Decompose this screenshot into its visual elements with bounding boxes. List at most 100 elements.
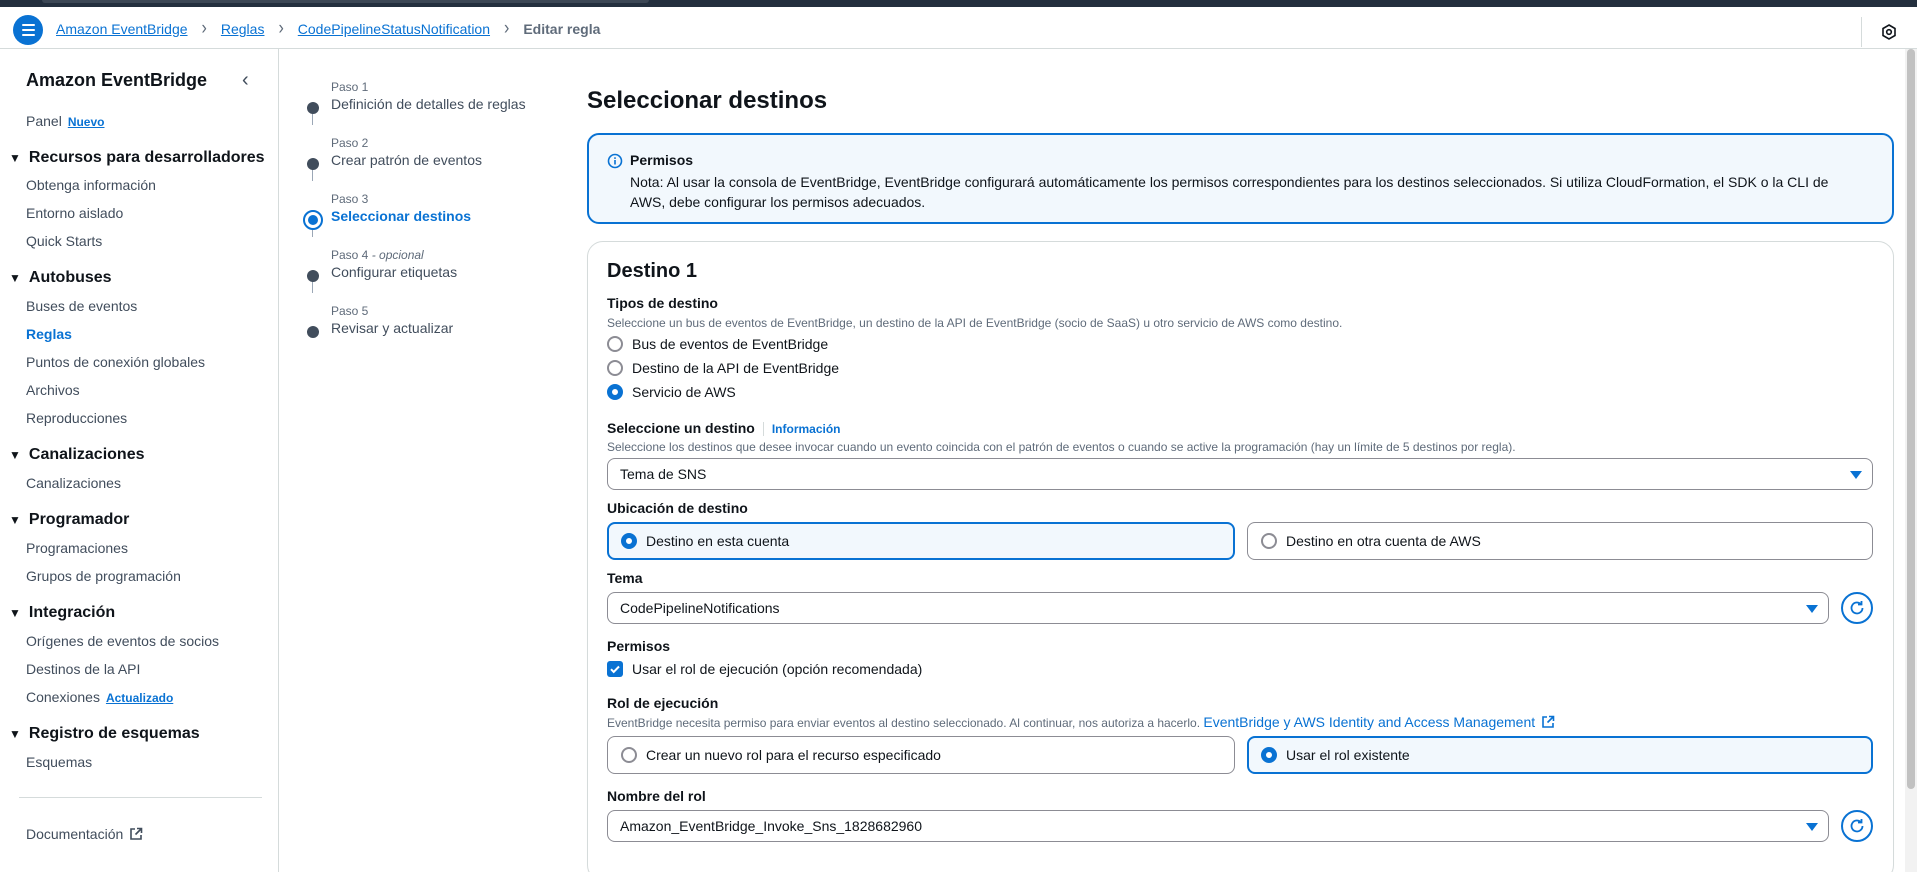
target-title: Destino 1 xyxy=(607,260,698,282)
step-label: Paso 5 xyxy=(331,304,369,318)
sidebar-group-pipes[interactable]: ▼ Canalizaciones xyxy=(9,446,145,464)
step-connector xyxy=(312,169,313,181)
sidebar-item-replays[interactable]: Reproducciones xyxy=(26,410,127,426)
sidebar-item-panel[interactable]: Panel Nuevo xyxy=(26,113,105,129)
page-title: Seleccionar destinos xyxy=(587,87,828,114)
sidebar-item-global-endpoints[interactable]: Puntos de conexión globales xyxy=(26,354,205,370)
step-connector xyxy=(312,229,313,237)
new-badge[interactable]: Nuevo xyxy=(68,115,105,129)
alert-title: Permisos xyxy=(630,152,694,168)
use-execution-role-checkbox[interactable]: Usar el rol de ejecución (opción recomen… xyxy=(607,661,922,677)
step-name[interactable]: Revisar y actualizar xyxy=(331,320,453,336)
step-indicator xyxy=(307,158,319,170)
role-name-select[interactable]: Amazon_EventBridge_Invoke_Sns_1828682960 xyxy=(607,810,1829,842)
updated-badge[interactable]: Actualizado xyxy=(106,691,173,705)
step-name[interactable]: Definición de detalles de reglas xyxy=(331,96,526,112)
target-service-select[interactable]: Tema de SNS xyxy=(607,458,1873,490)
location-other-account[interactable]: Destino en otra cuenta de AWS xyxy=(1247,522,1873,560)
sidebar-item-pipes[interactable]: Canalizaciones xyxy=(26,475,121,491)
sidebar-item-api-destinations[interactable]: Destinos de la API xyxy=(26,661,140,677)
external-link-icon xyxy=(1542,715,1555,728)
sidebar-item-event-buses[interactable]: Buses de eventos xyxy=(26,298,137,314)
execution-role-label: Rol de ejecución xyxy=(607,695,719,711)
select-target-label: Seleccione un destino Información xyxy=(607,420,841,436)
sidebar-item-schedule-groups[interactable]: Grupos de programación xyxy=(26,568,181,584)
browser-tab-indicator xyxy=(42,0,649,3)
breadcrumb-reglas[interactable]: Reglas xyxy=(221,21,265,37)
step-label: Paso 1 xyxy=(331,80,369,94)
radio-circle[interactable] xyxy=(1261,533,1277,549)
sidebar-item-connections[interactable]: Conexiones Actualizado xyxy=(26,689,173,705)
sidebar-item-schedules[interactable]: Programaciones xyxy=(26,540,128,556)
sidebar-item-sandbox[interactable]: Entorno aislado xyxy=(26,205,123,221)
step-name[interactable]: Configurar etiquetas xyxy=(331,264,457,280)
target-types-label: Tipos de destino xyxy=(607,295,718,311)
sidebar-item-partner-sources[interactable]: Orígenes de eventos de socios xyxy=(26,633,219,649)
caret-down-icon: ▼ xyxy=(9,606,21,620)
permissions-label: Permisos xyxy=(607,638,671,654)
radio-circle-selected[interactable] xyxy=(621,533,637,549)
radio-circle[interactable] xyxy=(607,360,623,376)
top-navigation-bar: Amazon EventBridge › Reglas › CodePipeli… xyxy=(0,7,1917,49)
sidebar-item-quickstarts[interactable]: Quick Starts xyxy=(26,233,102,249)
select-target-description: Seleccione los destinos que desee invoca… xyxy=(607,440,1516,454)
checkbox-checked[interactable] xyxy=(607,661,623,677)
chevron-left-icon[interactable]: ‹ xyxy=(242,69,249,92)
info-link[interactable]: Información xyxy=(762,422,841,436)
info-icon xyxy=(607,153,623,169)
radio-eventbridge-bus[interactable]: Bus de eventos de EventBridge xyxy=(607,336,828,352)
alert-text: Nota: Al usar la consola de EventBridge,… xyxy=(630,174,1829,210)
sidebar-item-archives[interactable]: Archivos xyxy=(26,382,80,398)
caret-down-icon: ▼ xyxy=(9,513,21,527)
caret-down-icon: ▼ xyxy=(9,151,21,165)
header-tools xyxy=(1861,17,1897,47)
refresh-icon xyxy=(1850,819,1864,833)
breadcrumb: Amazon EventBridge › Reglas › CodePipeli… xyxy=(56,18,601,39)
breadcrumb-eventbridge[interactable]: Amazon EventBridge xyxy=(56,21,188,37)
step-connector xyxy=(312,281,313,293)
menu-button[interactable] xyxy=(13,15,43,45)
sidebar-item-documentation[interactable]: Documentación xyxy=(26,826,143,842)
radio-circle[interactable] xyxy=(607,336,623,352)
refresh-topics-button[interactable] xyxy=(1841,592,1873,624)
iam-docs-link[interactable]: EventBridge y AWS Identity and Access Ma… xyxy=(1203,714,1555,730)
caret-down-icon: ▼ xyxy=(9,727,21,741)
sidebar-group-integration[interactable]: ▼ Integración xyxy=(9,604,115,622)
sidebar-group-dev[interactable]: ▼ Recursos para desarrolladores xyxy=(9,149,265,167)
location-this-account[interactable]: Destino en esta cuenta xyxy=(607,522,1235,560)
sidebar-item-rules[interactable]: Reglas xyxy=(26,326,72,342)
radio-api-destination[interactable]: Destino de la API de EventBridge xyxy=(607,360,839,376)
radio-circle-selected[interactable] xyxy=(1261,747,1277,763)
settings-hexagon-icon[interactable] xyxy=(1881,24,1897,40)
target-location-label: Ubicación de destino xyxy=(607,500,748,516)
topic-select[interactable]: CodePipelineNotifications xyxy=(607,592,1829,624)
radio-aws-service[interactable]: Servicio de AWS xyxy=(607,384,736,400)
breadcrumb-rule[interactable]: CodePipelineStatusNotification xyxy=(298,21,490,37)
step-indicator-active xyxy=(303,210,323,230)
scrollbar-thumb[interactable] xyxy=(1907,49,1915,789)
sidebar-group-schema-registry[interactable]: ▼ Registro de esquemas xyxy=(9,725,200,743)
execution-role-description: EventBridge necesita permiso para enviar… xyxy=(607,714,1555,730)
sidebar-group-buses[interactable]: ▼ Autobuses xyxy=(9,269,112,287)
chevron-right-icon: › xyxy=(278,18,284,39)
caret-down-icon xyxy=(1850,471,1862,479)
target-types-description: Seleccione un bus de eventos de EventBri… xyxy=(607,316,1343,330)
role-create-new[interactable]: Crear un nuevo rol para el recurso espec… xyxy=(607,736,1235,774)
step-name[interactable]: Seleccionar destinos xyxy=(331,208,471,224)
role-use-existing[interactable]: Usar el rol existente xyxy=(1247,736,1873,774)
step-label: Paso 2 xyxy=(331,136,369,150)
check-icon xyxy=(610,665,620,674)
refresh-roles-button[interactable] xyxy=(1841,810,1873,842)
radio-circle-selected[interactable] xyxy=(607,384,623,400)
step-name[interactable]: Crear patrón de eventos xyxy=(331,152,482,168)
sidebar-title: Amazon EventBridge xyxy=(26,70,208,90)
breadcrumb-current: Editar regla xyxy=(523,21,601,37)
sidebar-group-scheduler[interactable]: ▼ Programador xyxy=(9,511,129,529)
chevron-right-icon: › xyxy=(504,18,510,39)
radio-circle[interactable] xyxy=(621,747,637,763)
sidebar-item-schemas[interactable]: Esquemas xyxy=(26,754,92,770)
page-scrollbar[interactable] xyxy=(1905,49,1917,872)
step-indicator xyxy=(307,270,319,282)
sidebar-item-info[interactable]: Obtenga información xyxy=(26,177,156,193)
role-name-label: Nombre del rol xyxy=(607,788,706,804)
